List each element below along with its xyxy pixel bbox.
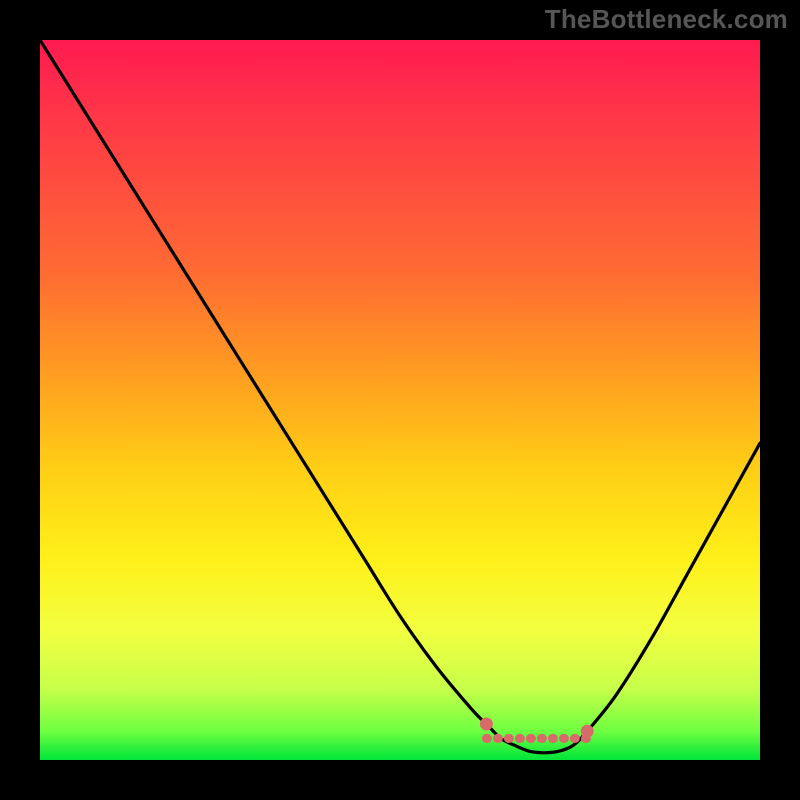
- marker-left: [480, 718, 493, 731]
- marker-right: [581, 725, 594, 738]
- bottleneck-curve: [40, 40, 760, 760]
- watermark-text: TheBottleneck.com: [545, 4, 788, 35]
- plot-area: [40, 40, 760, 760]
- chart-frame: TheBottleneck.com: [0, 0, 800, 800]
- curve-path: [40, 40, 760, 753]
